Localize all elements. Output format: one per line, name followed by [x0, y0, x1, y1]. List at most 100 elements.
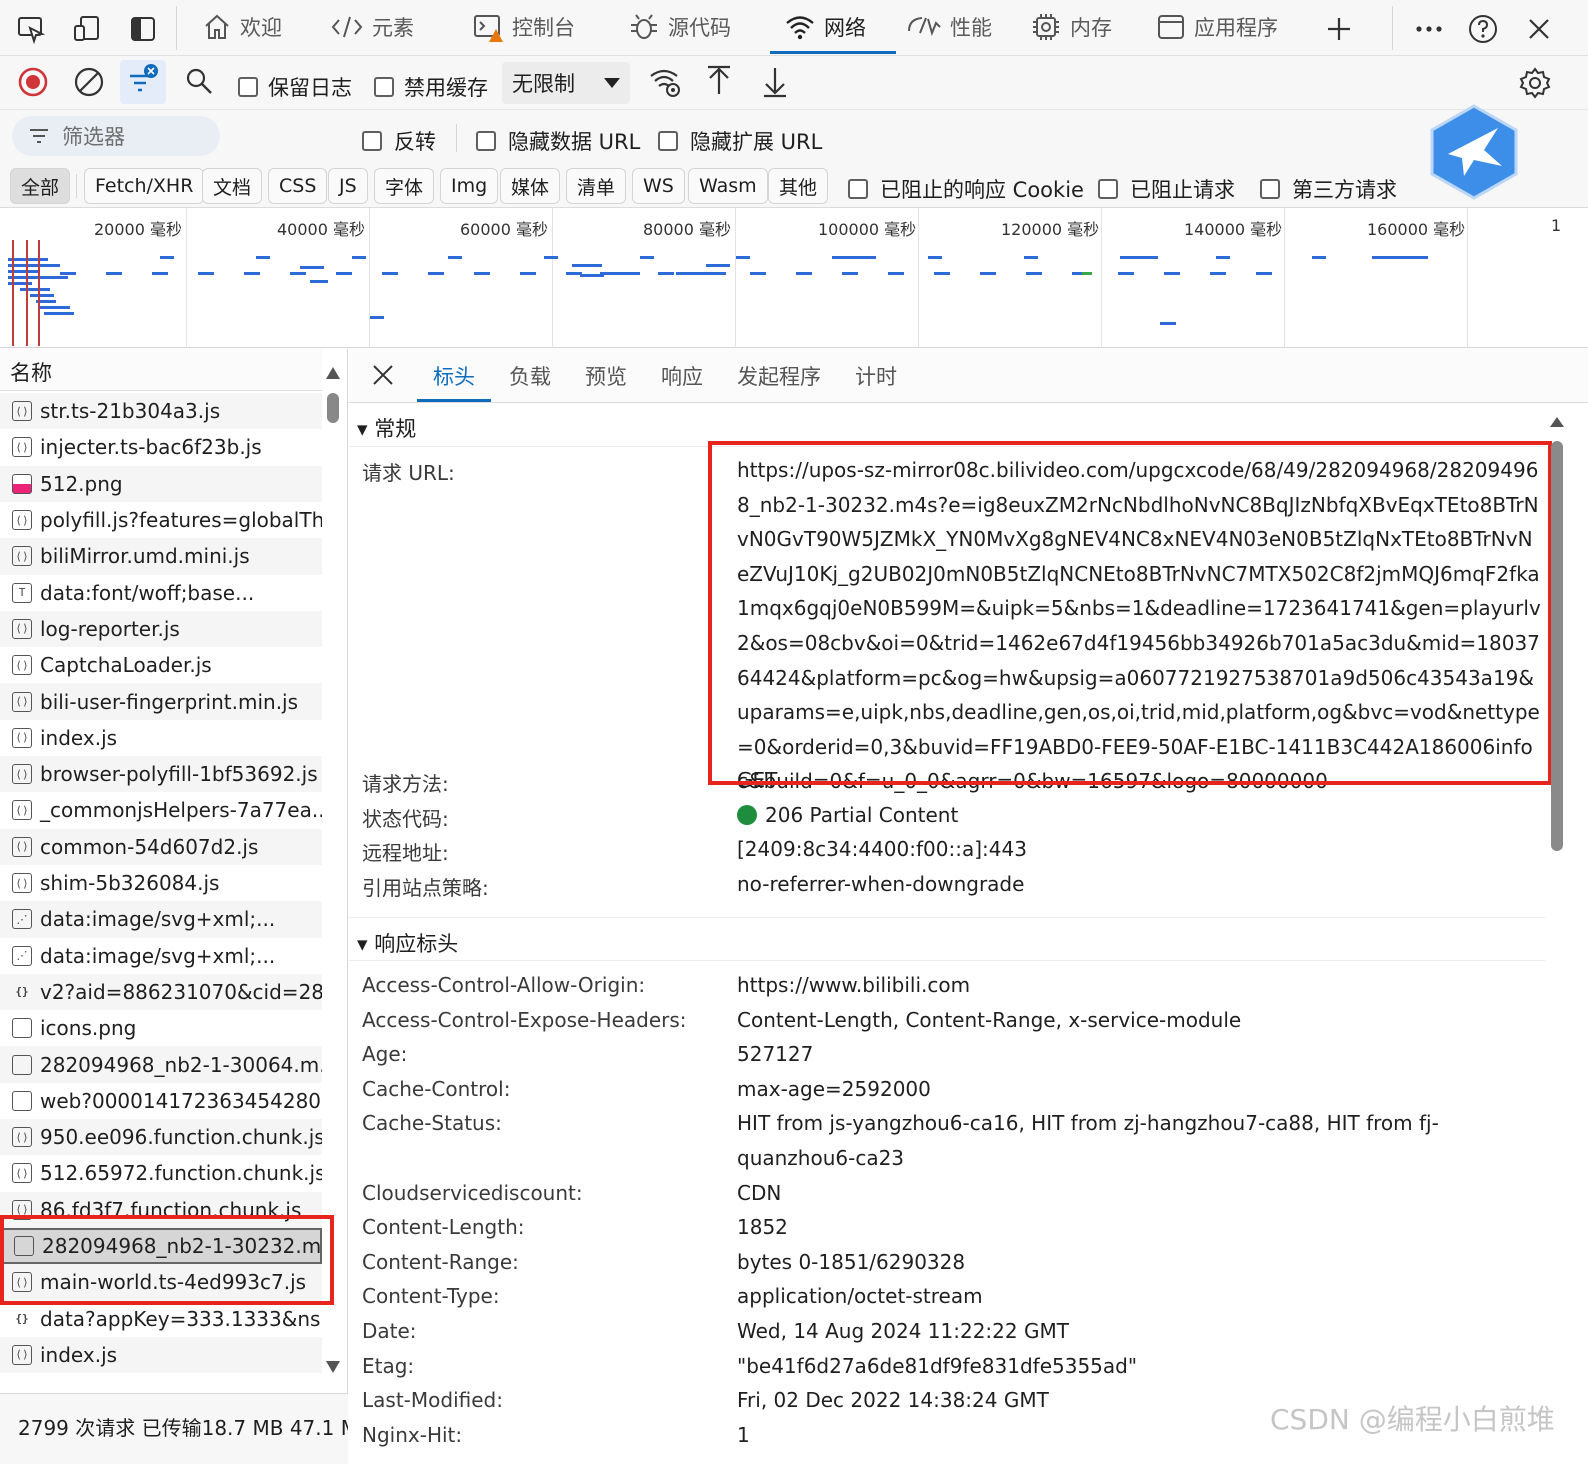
request-row[interactable]: 512.png: [0, 465, 322, 502]
file-type-font-icon: T: [12, 582, 32, 603]
add-tool-icon[interactable]: [1322, 12, 1356, 46]
checkbox[interactable]: [1098, 179, 1118, 199]
type-button-manifest[interactable]: 清单: [566, 168, 627, 204]
type-button-fetch-xhr[interactable]: Fetch/XHR: [84, 168, 205, 204]
type-button-doc[interactable]: 文档: [202, 168, 263, 204]
request-row[interactable]: ⟨⟩ common-54d607d2.js: [0, 828, 322, 865]
filter-input[interactable]: 筛选器: [12, 116, 220, 156]
checkbox[interactable]: [238, 77, 258, 97]
blocked-cookies-checkbox[interactable]: 已阻止的响应 Cookie: [848, 174, 1084, 204]
filter-toggle-icon[interactable]: [120, 60, 166, 104]
tab-welcome[interactable]: 欢迎: [202, 0, 282, 54]
hide-data-urls-checkbox[interactable]: 隐藏数据 URL: [476, 126, 640, 156]
tab-sources[interactable]: 源代码: [628, 0, 731, 54]
response-headers-section-header[interactable]: ▾ 响应标头: [349, 917, 1545, 961]
request-row[interactable]: Tdata:font/woff;base...: [0, 575, 322, 611]
tab-elements[interactable]: 元素: [330, 0, 414, 54]
request-row[interactable]: ⟨⟩ shim-5b326084.js: [0, 865, 322, 901]
request-name: data:font/woff;base...: [40, 580, 255, 605]
checkbox[interactable]: [848, 179, 868, 199]
column-header-name[interactable]: 名称: [0, 349, 322, 391]
throttle-select[interactable]: 无限制: [502, 62, 630, 104]
disable-cache-checkbox[interactable]: 禁用缓存: [374, 72, 488, 102]
search-icon[interactable]: [184, 66, 214, 100]
file-type-js-icon: ⟨⟩: [12, 873, 32, 894]
preserve-log-checkbox[interactable]: 保留日志: [238, 72, 352, 102]
details-tab-bar: 标头 负载 预览 响应 发起程序 计时: [349, 349, 1588, 403]
checkbox[interactable]: [374, 77, 394, 97]
settings-gear-icon[interactable]: [1518, 66, 1552, 104]
request-row[interactable]: ⋰ data:image/svg+xml;...: [0, 901, 322, 938]
network-conditions-icon[interactable]: [648, 66, 682, 102]
response-header-value: Fri, 02 Dec 2022 14:38:24 GMT: [737, 1388, 1049, 1413]
blocked-requests-checkbox[interactable]: 已阻止请求: [1098, 174, 1235, 204]
checkbox[interactable]: [362, 131, 382, 151]
request-row[interactable]: ⟨⟩ 950.ee096.function.chunk.js: [0, 1119, 322, 1156]
request-row[interactable]: ⟨⟩ bili-user-fingerprint.min.js: [0, 683, 322, 720]
import-har-icon[interactable]: [704, 64, 734, 102]
tab-memory[interactable]: 内存: [1030, 0, 1112, 54]
tab-label: 应用程序: [1194, 16, 1278, 40]
tab-preview[interactable]: 预览: [585, 361, 627, 391]
status-dot-icon: [737, 805, 757, 825]
request-row[interactable]: web?000014172363454280...: [0, 1083, 322, 1119]
tab-timing[interactable]: 计时: [855, 361, 897, 391]
network-overview-timeline[interactable]: 20000 毫秒 40000 毫秒 60000 毫秒 80000 毫秒 1000…: [0, 208, 1588, 348]
record-icon[interactable]: [16, 65, 50, 103]
request-row[interactable]: ⟨⟩ CaptchaLoader.js: [0, 647, 322, 683]
type-button-css[interactable]: CSS: [268, 168, 328, 204]
request-row[interactable]: ⋰ data:image/svg+xml;...: [0, 938, 322, 974]
request-row[interactable]: ⟨⟩ polyfill.js?features=globalThis: [0, 502, 322, 538]
close-details-icon[interactable]: [371, 363, 395, 391]
request-row[interactable]: ⟨⟩ _commonjsHelpers-7a77ea...: [0, 792, 322, 828]
tab-payload[interactable]: 负载: [509, 361, 551, 391]
request-name: 512.png: [40, 471, 123, 496]
tab-console[interactable]: 控制台: [472, 0, 575, 54]
type-button-font[interactable]: 字体: [374, 168, 435, 204]
invert-checkbox[interactable]: 反转: [362, 126, 436, 156]
more-options-icon[interactable]: [1412, 12, 1446, 46]
type-button-all[interactable]: 全部: [10, 168, 71, 204]
type-button-media[interactable]: 媒体: [500, 168, 561, 204]
type-button-ws[interactable]: WS: [632, 168, 685, 204]
request-row[interactable]: ⟨⟩ index.js: [0, 1336, 322, 1374]
file-type-xhr-icon: {}: [15, 1312, 29, 1326]
request-row[interactable]: ⟨⟩ log-reporter.js: [0, 610, 322, 648]
request-row[interactable]: ⟨⟩ injecter.ts-bac6f23b.js: [0, 429, 322, 465]
inspect-icon[interactable]: [14, 12, 48, 46]
checkbox[interactable]: [476, 131, 496, 151]
third-party-checkbox[interactable]: 第三方请求: [1260, 174, 1397, 204]
request-row[interactable]: ⟨⟩ 512.65972.function.chunk.js: [0, 1155, 322, 1191]
type-button-other[interactable]: 其他: [768, 168, 829, 204]
details-scrollbar[interactable]: [1547, 413, 1567, 1463]
help-icon[interactable]: [1466, 12, 1500, 46]
type-button-wasm[interactable]: Wasm: [688, 168, 768, 204]
request-row[interactable]: ⟨⟩ index.js: [0, 720, 322, 756]
tab-performance[interactable]: 性能: [906, 0, 992, 54]
request-row[interactable]: ⟨⟩ browser-polyfill-1bf53692.js: [0, 756, 322, 793]
tab-response[interactable]: 响应: [661, 361, 703, 391]
request-row[interactable]: ⟨⟩ biliMirror.umd.mini.js: [0, 538, 322, 575]
tab-network[interactable]: 网络: [770, 0, 896, 54]
tab-label: 性能: [950, 16, 992, 40]
request-row[interactable]: {} v2?aid=886231070&cid=28...: [0, 973, 322, 1011]
request-row[interactable]: 282094968_nb2-1-30064.m...: [0, 1046, 322, 1083]
toggle-sidebar-icon[interactable]: [126, 12, 160, 46]
device-emulation-icon[interactable]: [70, 12, 104, 46]
request-row[interactable]: {} data?appKey=333.1333&ns...: [0, 1301, 322, 1337]
request-row[interactable]: icons.png: [0, 1010, 322, 1046]
request-bar: [290, 272, 306, 275]
type-button-img[interactable]: Img: [440, 168, 499, 204]
clear-icon[interactable]: [72, 65, 106, 103]
export-har-icon[interactable]: [760, 64, 790, 102]
type-button-js[interactable]: JS: [328, 168, 368, 204]
request-row[interactable]: ⟨⟩ str.ts-21b304a3.js: [0, 393, 322, 430]
hide-extension-urls-checkbox[interactable]: 隐藏扩展 URL: [658, 126, 822, 156]
checkbox[interactable]: [1260, 179, 1280, 199]
tab-application[interactable]: 应用程序: [1156, 0, 1278, 54]
tab-headers[interactable]: 标头: [417, 361, 491, 402]
response-header-name: Cloudservicediscount:: [362, 1180, 583, 1205]
close-icon[interactable]: [1522, 12, 1556, 46]
tab-initiator[interactable]: 发起程序: [737, 361, 821, 391]
checkbox[interactable]: [658, 131, 678, 151]
